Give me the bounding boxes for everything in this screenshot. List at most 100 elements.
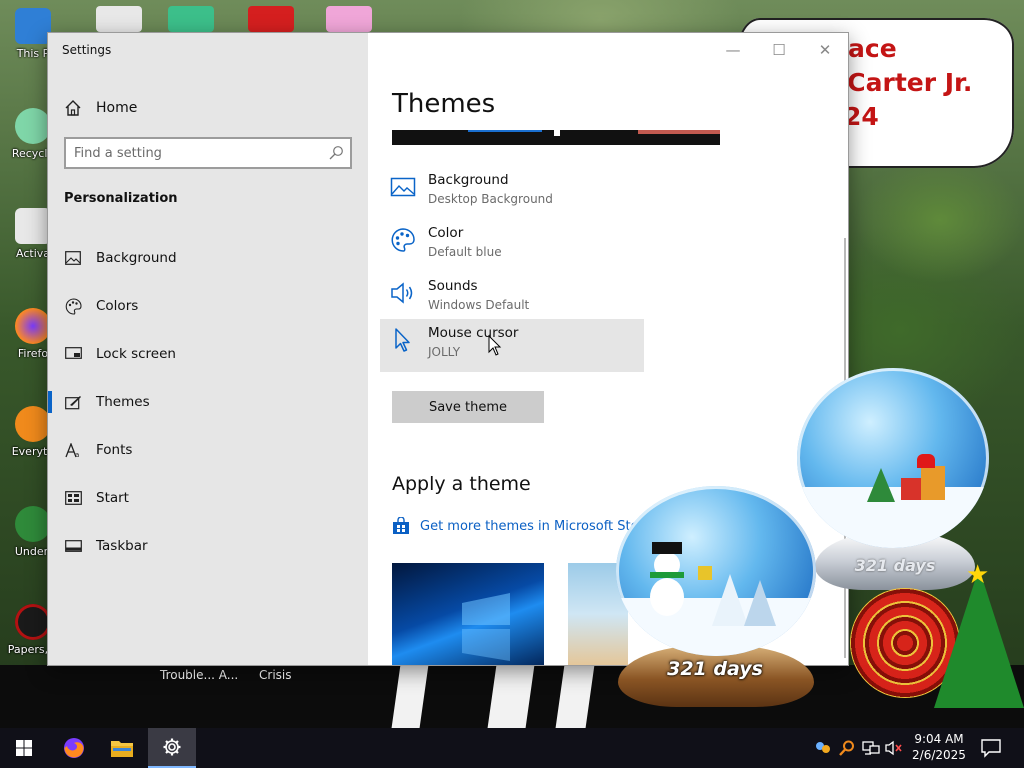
sidebar-item-label: Lock screen [96, 346, 176, 362]
speaker-icon [391, 282, 413, 304]
setting-name: Background [428, 172, 509, 188]
close-button[interactable]: ✕ [802, 35, 848, 65]
snow-globe-front[interactable] [616, 486, 816, 656]
setting-value: Desktop Background [428, 192, 553, 206]
image-icon [64, 249, 82, 267]
maximize-button[interactable]: ☐ [756, 35, 802, 65]
preview-accent [638, 130, 720, 134]
sidebar-item-label: Colors [96, 298, 139, 314]
tray-app-icon[interactable] [814, 739, 832, 757]
gift-icon [921, 466, 945, 500]
network-icon[interactable] [862, 739, 880, 757]
brush-icon [64, 393, 82, 411]
speech-text: l Carter Jr. [830, 68, 973, 97]
speech-text: 24 [844, 102, 879, 131]
home-label: Home [96, 100, 138, 116]
sidebar-item-label: Fonts [96, 442, 133, 458]
gear-icon [163, 738, 181, 756]
gift-icon [698, 566, 712, 580]
palette-icon [64, 297, 82, 315]
desktop-icon-label[interactable]: Crisis [259, 668, 291, 682]
store-icon [393, 517, 409, 534]
theme-background-setting[interactable]: Background Desktop Background [380, 166, 644, 219]
sidebar-item-fonts[interactable]: a Fonts [48, 430, 368, 470]
mouse-pointer-icon [488, 335, 502, 356]
preview-accent [468, 130, 542, 132]
top-hat-icon [652, 542, 682, 554]
setting-name: Mouse cursor [428, 325, 519, 341]
tree-icon [867, 468, 895, 502]
start-button[interactable] [0, 728, 48, 768]
microsoft-store-link[interactable]: Get more themes in Microsoft Stor [392, 517, 644, 535]
theme-color-setting[interactable]: Color Default blue [380, 219, 644, 272]
sidebar-item-background[interactable]: Background [48, 238, 368, 278]
mcdonalds-icon[interactable] [248, 6, 294, 32]
theme-preview [392, 130, 720, 145]
desktop-app-icon[interactable] [326, 6, 372, 32]
settings-sidebar: Settings Home Personalization Background [48, 33, 368, 665]
window-title: Settings [62, 43, 112, 57]
search-input[interactable] [74, 144, 314, 162]
santa-hat-icon [917, 454, 935, 468]
days-counter: 321 days [667, 658, 763, 680]
game-icon [15, 604, 51, 640]
page-title: Themes [392, 89, 496, 119]
save-theme-button[interactable]: Save theme [392, 391, 544, 423]
cursor-icon [395, 328, 410, 352]
system-clock[interactable]: 9:04 AM 2/6/2025 [908, 731, 970, 763]
setting-value: Windows Default [428, 298, 530, 312]
setting-value: JOLLY [428, 345, 461, 359]
home-icon [65, 100, 81, 116]
taskbar-firefox[interactable] [50, 728, 98, 768]
volume-muted-icon[interactable] [885, 739, 903, 757]
minimize-button[interactable]: — [710, 35, 756, 65]
sidebar-item-colors[interactable]: Colors [48, 286, 368, 326]
taskbar-settings[interactable] [148, 728, 196, 768]
folder-icon [111, 741, 133, 757]
desktop-app-icon[interactable] [168, 6, 214, 32]
sidebar-item-label: Taskbar [96, 538, 148, 554]
setting-name: Color [428, 225, 464, 241]
star-icon: ★ [966, 560, 990, 590]
find-setting-search[interactable] [64, 137, 352, 169]
theme-thumbnail-windows[interactable] [392, 563, 544, 665]
setting-value: Default blue [428, 245, 502, 259]
sidebar-item-label: Themes [96, 394, 150, 410]
firefox-icon [15, 308, 51, 344]
desktop-icon-label[interactable]: Trouble... A... [160, 668, 238, 682]
notification-icon[interactable] [980, 738, 1002, 758]
tree-icon [744, 580, 776, 626]
apply-theme-heading: Apply a theme [392, 473, 531, 495]
taskbar: 9:04 AM 2/6/2025 [0, 728, 1024, 768]
snow-globe-back[interactable] [797, 368, 989, 548]
sidebar-item-start[interactable]: Start [48, 478, 368, 518]
game-icon [15, 506, 51, 542]
snowman-body [650, 578, 684, 616]
taskbar-icon [64, 537, 82, 555]
clock-date: 2/6/2025 [912, 748, 966, 762]
home-nav-item[interactable]: Home [64, 97, 137, 119]
palette-icon [391, 228, 415, 252]
theme-mouse-cursor-setting[interactable]: Mouse cursor JOLLY [380, 319, 644, 372]
windows-logo-icon [462, 593, 510, 661]
preview-window [554, 130, 560, 136]
theme-sounds-setting[interactable]: Sounds Windows Default [380, 272, 644, 325]
sidebar-item-label: Start [96, 490, 129, 506]
taskbar-file-explorer[interactable] [98, 728, 146, 768]
clock-time: 9:04 AM [914, 732, 964, 746]
firefox-icon [64, 738, 84, 758]
svg-text:a: a [75, 451, 79, 458]
sidebar-item-themes[interactable]: Themes [48, 382, 368, 422]
sidebar-item-label: Background [96, 250, 177, 266]
tray-search-icon[interactable] [838, 739, 856, 757]
lock-screen-icon [64, 345, 82, 363]
font-icon: a [64, 441, 82, 459]
desktop-app-icon[interactable] [96, 6, 142, 32]
recycle-bin-icon [15, 108, 51, 144]
image-icon [390, 177, 416, 197]
computer-icon [15, 8, 51, 44]
sidebar-item-lock-screen[interactable]: Lock screen [48, 334, 368, 374]
tree-icon [712, 574, 748, 626]
sidebar-item-taskbar[interactable]: Taskbar [48, 526, 368, 566]
search-icon[interactable] [328, 145, 344, 161]
